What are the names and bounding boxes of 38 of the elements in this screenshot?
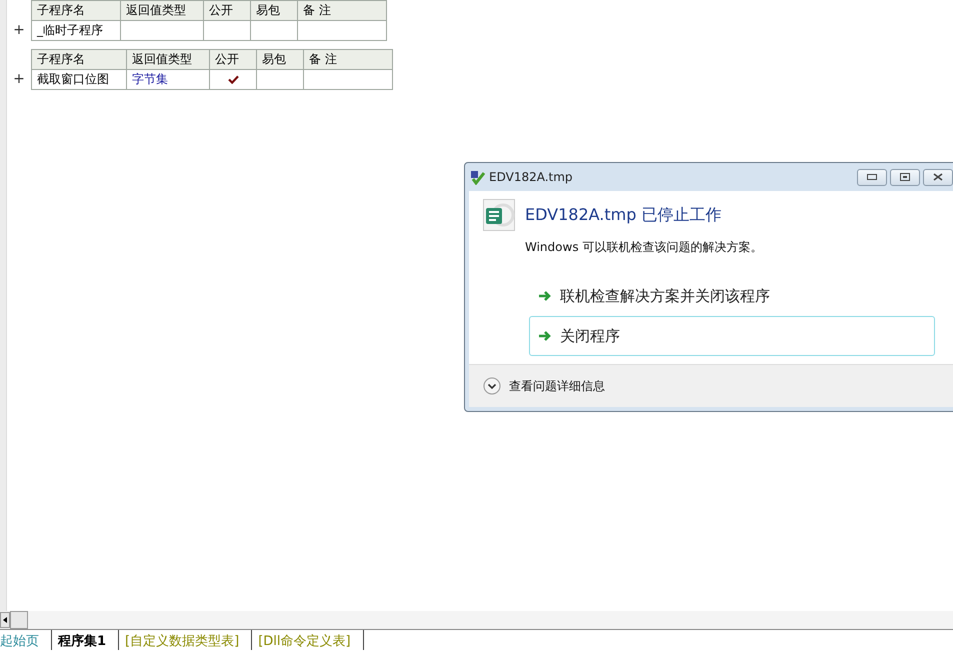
program-icon — [483, 199, 515, 232]
expand-toggle[interactable]: + — [13, 69, 25, 89]
minimize-button[interactable] — [857, 168, 887, 186]
scroll-thumb[interactable] — [10, 611, 28, 629]
window-title: EDV182A.tmp — [489, 170, 573, 184]
column-header: 子程序名 — [32, 50, 126, 70]
tab[interactable]: 程序集1 — [52, 630, 120, 650]
tab[interactable]: [Dll命令定义表] — [252, 630, 364, 650]
column-header: 公开 — [210, 50, 256, 70]
column-header: 备 注 — [298, 0, 386, 20]
column-header: 易包 — [250, 0, 298, 20]
close-button[interactable] — [923, 168, 953, 186]
arrow-icon — [538, 290, 552, 302]
column-header: 返回值类型 — [126, 50, 210, 70]
table-cell: 截取窗口位图 — [32, 70, 126, 90]
table-cell: 字节集 — [126, 70, 210, 90]
scroll-left-button[interactable] — [0, 612, 10, 628]
details-toggle[interactable]: 查看问题详细信息 — [483, 377, 605, 396]
tab[interactable]: 起始页 — [0, 630, 52, 650]
maximize-button[interactable] — [890, 168, 920, 186]
arrow-icon — [538, 330, 552, 342]
command-link[interactable]: 关闭程序 — [529, 316, 935, 356]
app-icon — [469, 169, 485, 186]
column-header: 备 注 — [304, 50, 392, 70]
column-header: 返回值类型 — [120, 0, 204, 20]
chevron-down-icon — [483, 377, 501, 396]
column-header: 易包 — [256, 50, 304, 70]
minimize-icon — [867, 174, 877, 180]
tab[interactable]: [自定义数据类型表] — [119, 630, 252, 650]
dialog-heading: EDV182A.tmp 已停止工作 — [525, 204, 722, 226]
table-cell: _临时子程序 — [32, 20, 120, 40]
close-icon — [933, 173, 943, 182]
left-arrow-icon — [3, 617, 7, 623]
column-header: 子程序名 — [32, 0, 120, 20]
expand-toggle[interactable]: + — [13, 20, 25, 40]
column-header: 公开 — [204, 0, 250, 20]
maximize-icon — [900, 173, 910, 182]
dialog-message: Windows 可以联机检查该问题的解决方案。 — [525, 239, 764, 256]
